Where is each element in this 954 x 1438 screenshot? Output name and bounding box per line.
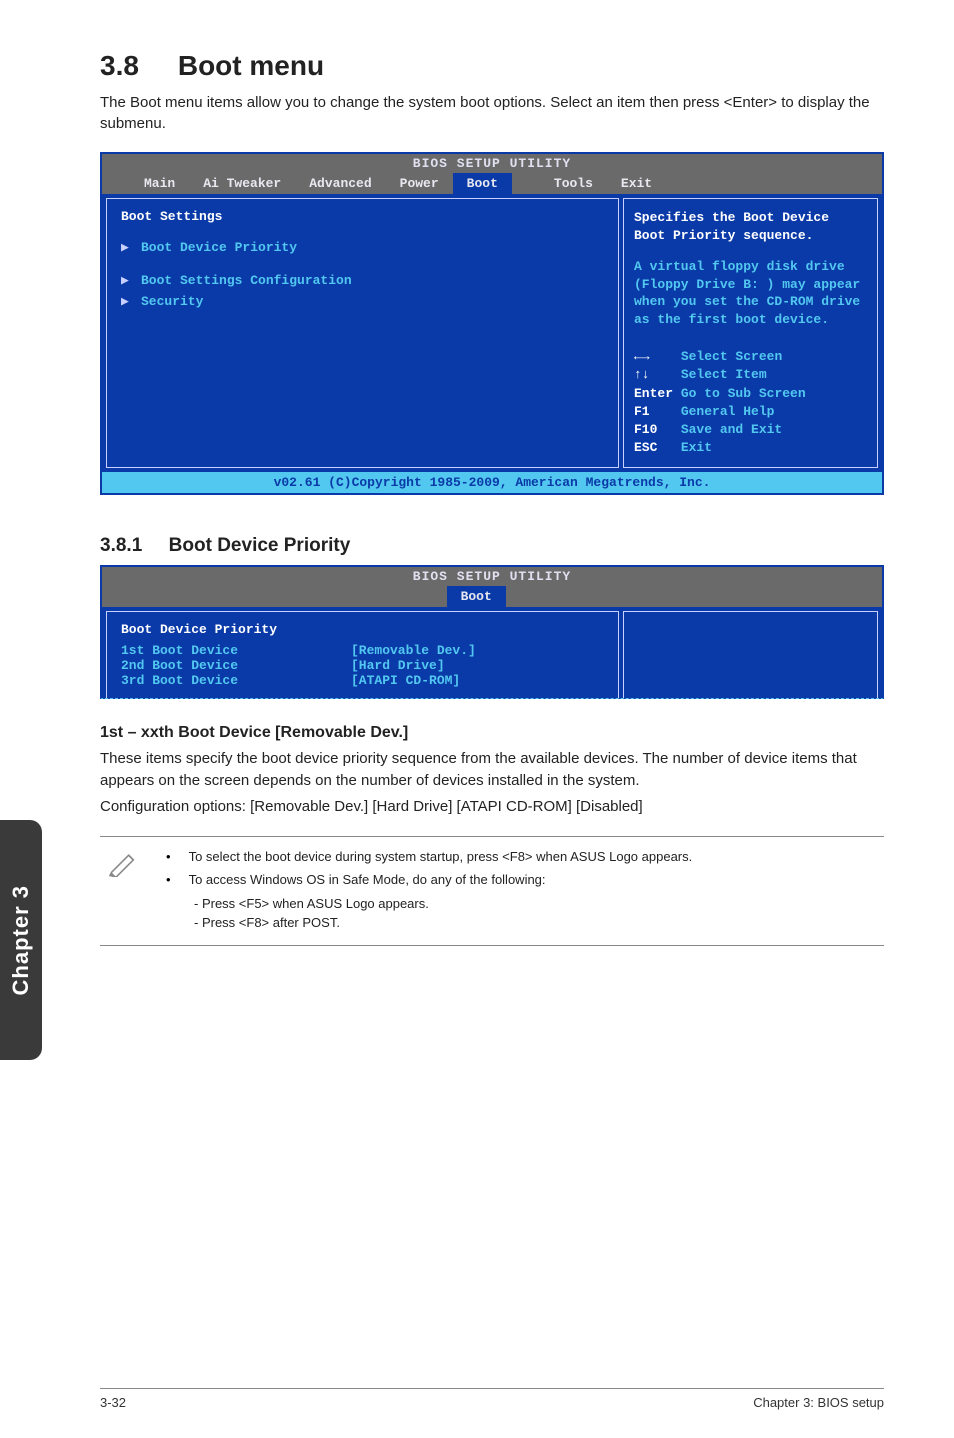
note-content: • To select the boot device during syste…: [166, 847, 692, 933]
tab-spacer: [102, 173, 130, 194]
device-value: [Removable Dev.]: [351, 643, 476, 658]
menu-security[interactable]: ▶ Security: [121, 294, 604, 309]
key-hint: ESC: [634, 440, 657, 455]
note-pencil-icon: [108, 847, 142, 933]
triangle-icon: ▶: [121, 294, 131, 309]
note-box: • To select the boot device during syste…: [100, 836, 884, 946]
page-footer: 3-32 Chapter 3: BIOS setup: [100, 1388, 884, 1410]
help-line2: Boot Priority sequence.: [634, 228, 813, 243]
note-bullet-1: • To select the boot device during syste…: [166, 847, 692, 867]
key-hint: ↑↓: [634, 367, 650, 382]
page-number: 3-32: [100, 1395, 126, 1410]
bios-copyright-footer: v02.61 (C)Copyright 1985-2009, American …: [102, 472, 882, 493]
chapter-side-tab: Chapter 3: [0, 820, 42, 1060]
bios-left-pane: Boot Settings ▶ Boot Device Priority ▶ B…: [106, 198, 619, 468]
bios-panel-boot-settings: BIOS SETUP UTILITY Main Ai Tweaker Advan…: [100, 152, 884, 495]
paragraph-body-1: These items specify the boot device prio…: [100, 748, 884, 792]
triangle-icon: ▶: [121, 273, 131, 288]
bios-header-small: BIOS SETUP UTILITY Boot: [102, 567, 882, 607]
key-help-block: ←→ Select Screen ↑↓ Select Item Enter Go…: [634, 348, 867, 457]
key-label: General Help: [681, 404, 775, 419]
intro-paragraph: The Boot menu items allow you to change …: [100, 92, 884, 134]
triangle-icon: ▶: [121, 240, 131, 255]
device-label: 1st Boot Device: [121, 643, 351, 658]
menu-boot-device-priority[interactable]: ▶ Boot Device Priority: [121, 240, 604, 255]
tab-tools[interactable]: Tools: [540, 173, 607, 194]
bios-right-pane: Specifies the Boot Device Boot Priority …: [623, 198, 878, 468]
subsection-title: Boot Device Priority: [169, 535, 351, 556]
note-subitem-b: - Press <F8> after POST.: [166, 913, 692, 933]
menu-label: Boot Device Priority: [141, 240, 297, 255]
bios-right-pane-small: [623, 611, 878, 698]
subsection-number: 3.8.1: [100, 535, 142, 556]
help-line1: Specifies the Boot Device: [634, 210, 829, 225]
subsection-heading: 3.8.1 Boot Device Priority: [100, 535, 884, 557]
bios-tab-row-small: Boot: [102, 586, 882, 607]
menu-label: Boot Settings Configuration: [141, 273, 352, 288]
device-label: 3rd Boot Device: [121, 673, 351, 688]
bullet-dot-icon: •: [166, 870, 171, 890]
tab-exit[interactable]: Exit: [607, 173, 666, 194]
note-subitem-a: - Press <F5> when ASUS Logo appears.: [166, 894, 692, 914]
key-hint: Enter: [634, 386, 673, 401]
help-virtual-floppy: A virtual floppy disk drive (Floppy Driv…: [634, 258, 867, 328]
bios-header: BIOS SETUP UTILITY Main Ai Tweaker Advan…: [102, 154, 882, 194]
tab-main[interactable]: Main: [130, 173, 189, 194]
tab-gap: [512, 173, 540, 194]
priority-row-1[interactable]: 1st Boot Device [Removable Dev.]: [121, 643, 604, 658]
menu-boot-settings-config[interactable]: ▶ Boot Settings Configuration: [121, 273, 604, 288]
key-hint: F10: [634, 422, 657, 437]
boot-priority-heading: Boot Device Priority: [121, 622, 604, 637]
paragraph-heading: 1st – xxth Boot Device [Removable Dev.]: [100, 724, 884, 742]
key-label: Select Item: [681, 367, 767, 382]
note-bullet-2: • To access Windows OS in Safe Mode, do …: [166, 870, 692, 890]
key-hint: F1: [634, 404, 650, 419]
tab-boot[interactable]: Boot: [447, 586, 506, 607]
priority-row-3[interactable]: 3rd Boot Device [ATAPI CD-ROM]: [121, 673, 604, 688]
key-label: Exit: [681, 440, 712, 455]
section-title-text: Boot menu: [178, 50, 324, 81]
chapter-title: Chapter 3: BIOS setup: [753, 1395, 884, 1410]
chapter-label: Chapter 3: [8, 885, 34, 995]
section-heading: 3.8 Boot menu: [100, 50, 884, 82]
note-text: To access Windows OS in Safe Mode, do an…: [189, 870, 546, 890]
bullet-dot-icon: •: [166, 847, 171, 867]
device-value: [ATAPI CD-ROM]: [351, 673, 460, 688]
help-description: Specifies the Boot Device Boot Priority …: [634, 209, 867, 244]
tab-power[interactable]: Power: [386, 173, 453, 194]
device-value: [Hard Drive]: [351, 658, 445, 673]
tab-ai-tweaker[interactable]: Ai Tweaker: [189, 173, 295, 194]
bios-panel-boot-priority: BIOS SETUP UTILITY Boot Boot Device Prio…: [100, 565, 884, 699]
tab-spacer: [506, 586, 882, 607]
bios-tab-row: Main Ai Tweaker Advanced Power Boot Tool…: [102, 173, 882, 194]
device-label: 2nd Boot Device: [121, 658, 351, 673]
priority-row-2[interactable]: 2nd Boot Device [Hard Drive]: [121, 658, 604, 673]
key-label: Save and Exit: [681, 422, 782, 437]
boot-settings-heading: Boot Settings: [121, 209, 604, 224]
paragraph-body-2: Configuration options: [Removable Dev.] …: [100, 796, 884, 818]
bios-setup-utility-label: BIOS SETUP UTILITY: [102, 154, 882, 173]
tab-boot[interactable]: Boot: [453, 173, 512, 194]
bios-left-pane-small: Boot Device Priority 1st Boot Device [Re…: [106, 611, 619, 698]
section-number: 3.8: [100, 50, 139, 81]
key-hint: ←→: [634, 349, 650, 364]
key-label: Go to Sub Screen: [681, 386, 806, 401]
tab-advanced[interactable]: Advanced: [295, 173, 385, 194]
key-label: Select Screen: [681, 349, 782, 364]
bios-setup-utility-label: BIOS SETUP UTILITY: [102, 567, 882, 586]
tab-spacer: [102, 586, 447, 607]
menu-label: Security: [141, 294, 203, 309]
note-text: To select the boot device during system …: [189, 847, 693, 867]
